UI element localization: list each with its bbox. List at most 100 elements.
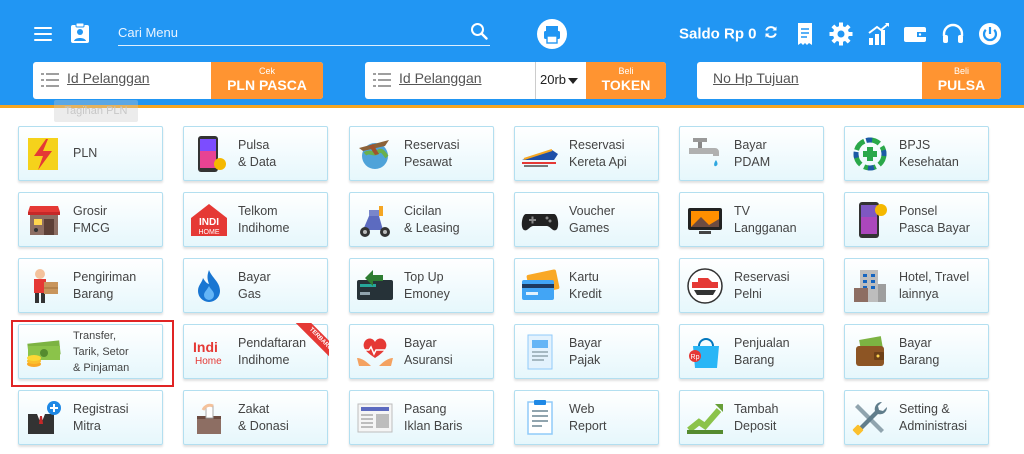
tax-receipt-icon [527, 334, 553, 370]
wallet-icon[interactable] [902, 21, 928, 47]
delivery-person-icon [34, 269, 58, 303]
menu-tile-bayar-pdam[interactable]: Bayar PDAM [679, 126, 824, 181]
menu-tile-registrasi-mitra[interactable]: Registrasi Mitra [18, 390, 163, 445]
menu-tile-pengiriman[interactable]: Pengiriman Barang [18, 258, 163, 313]
menu-tile-bayar-pajak[interactable]: Bayar Pajak [514, 324, 659, 379]
refresh-icon[interactable] [764, 25, 778, 43]
search-icon[interactable] [470, 22, 488, 45]
gas-flame-icon [198, 270, 220, 302]
menu-tile-zakat-donasi[interactable]: Zakat & Donasi [183, 390, 328, 445]
menu-tile-tv-langganan[interactable]: TV Langganan [679, 192, 824, 247]
beli-pulsa-button[interactable]: Beli PULSA [922, 62, 1001, 99]
tile-label: Registrasi Mitra [73, 401, 129, 433]
headset-icon[interactable] [940, 21, 966, 47]
bpjs-logo-icon [853, 137, 887, 171]
tile-label: Hotel, Travel lainnya [899, 269, 970, 301]
new-ribbon: TERBARU [285, 323, 329, 367]
tile-label: Tambah Deposit [734, 401, 779, 433]
button-label: PLN PASCA [227, 77, 307, 93]
svg-text:HOME: HOME [199, 229, 220, 236]
menu-tile-pulsa-data[interactable]: Pulsa & Data [183, 126, 328, 181]
tile-label: Bayar Asuransi [404, 335, 453, 367]
menu-tile-bayar-barang[interactable]: Bayar Barang [844, 324, 989, 379]
button-caption: Cek [258, 66, 275, 76]
menu-tile-grosir[interactable]: Grosir FMCG [18, 192, 163, 247]
menu-tile-pln[interactable]: PLN [18, 126, 163, 181]
menu-tile-reservasi-pelni[interactable]: Reservasi Pelni [679, 258, 824, 313]
power-icon[interactable] [977, 21, 1003, 47]
add-user-icon [28, 401, 61, 434]
menu-tile-cicilan-leasing[interactable]: Cicilan & Leasing [349, 192, 494, 247]
svg-text:Home: Home [195, 356, 222, 367]
tile-label: Top Up Emoney [404, 269, 450, 301]
svg-text:Rp: Rp [691, 354, 700, 361]
growth-money-icon [687, 404, 723, 434]
menu-tile-setting-administrasi[interactable]: Setting & Administrasi [844, 390, 989, 445]
tile-label: Reservasi Pelni [734, 269, 790, 301]
tile-label: Pasang Iklan Baris [404, 401, 463, 433]
menu-tile-hotel-travel[interactable]: Hotel, Travel lainnya [844, 258, 989, 313]
menu-tile-telkom-indihome[interactable]: INDI HOME Telkom Indihome [183, 192, 328, 247]
menu-icon[interactable] [34, 27, 52, 41]
print-icon[interactable] [537, 19, 567, 49]
tooltip: Tagihan PLN [54, 100, 138, 122]
menu-tile-ponsel-pasca[interactable]: Ponsel Pasca Bayar [844, 192, 989, 247]
menu-tile-kartu-kredit[interactable]: Kartu Kredit [514, 258, 659, 313]
menu-tile-iklan-baris[interactable]: Pasang Iklan Baris [349, 390, 494, 445]
pln-customer-id-input[interactable] [67, 70, 197, 86]
tile-label: Reservasi Kereta Api [569, 137, 627, 169]
hotel-icon [854, 270, 886, 302]
tile-label: Voucher Games [569, 203, 615, 235]
menu-tile-bpjs[interactable]: BPJS Kesehatan [844, 126, 989, 181]
clipboard-icon[interactable] [70, 22, 90, 49]
search-bar [118, 21, 490, 46]
gear-icon[interactable] [828, 21, 854, 47]
phone-number-input[interactable] [713, 70, 883, 86]
menu-tile-tambah-deposit[interactable]: Tambah Deposit [679, 390, 824, 445]
tile-label: Telkom Indihome [238, 203, 290, 235]
tile-label: Kartu Kredit [569, 269, 602, 301]
train-icon [522, 149, 558, 167]
heart-hands-icon [357, 338, 393, 366]
list-icon [373, 72, 391, 93]
top-bar: Saldo Rp 0 Cek PLN PASCA [0, 0, 1024, 108]
menu-tile-bayar-asuransi[interactable]: Bayar Asuransi [349, 324, 494, 379]
token-customer-id-input[interactable] [399, 70, 529, 86]
newspaper-icon [357, 403, 393, 433]
receipt-icon[interactable] [793, 21, 819, 47]
ribbon-label: TERBARU [294, 323, 329, 366]
tile-label: Grosir FMCG [73, 203, 110, 235]
cek-pln-pasca-button[interactable]: Cek PLN PASCA [211, 62, 323, 99]
pln-pasca-box: Cek PLN PASCA [33, 62, 323, 99]
menu-tile-bayar-gas[interactable]: Bayar Gas [183, 258, 328, 313]
nominal-select[interactable]: 20rb [535, 62, 586, 99]
menu-tile-penjualan-barang[interactable]: Rp Penjualan Barang [679, 324, 824, 379]
tile-label: Web Report [569, 401, 607, 433]
highlight-box [11, 320, 174, 387]
menu-tile-voucher-games[interactable]: Voucher Games [514, 192, 659, 247]
menu-tile-topup-emoney[interactable]: Top Up Emoney [349, 258, 494, 313]
menu-tile-reservasi-pesawat[interactable]: Reservasi Pesawat [349, 126, 494, 181]
tile-label: TV Langganan [734, 203, 797, 235]
token-box: 20rb Beli TOKEN [365, 62, 666, 99]
svg-text:INDI: INDI [199, 217, 219, 228]
tile-label: BPJS Kesehatan [899, 137, 959, 169]
indihome-logo-icon: IndiHome [193, 339, 222, 367]
tile-label: Ponsel Pasca Bayar [899, 203, 970, 235]
menu-tile-reservasi-kereta[interactable]: Reservasi Kereta Api [514, 126, 659, 181]
menu-tile-pendaftaran-indihome[interactable]: Indi Home Pendaftaran Indihome TERBARU [183, 323, 329, 379]
pulsa-box: Beli PULSA [697, 62, 1001, 99]
button-caption: Beli [953, 66, 969, 76]
saldo-label: Saldo Rp 0 [679, 25, 757, 43]
dropdown-arrow-icon [568, 78, 578, 84]
search-input[interactable] [118, 21, 458, 43]
chart-icon[interactable] [866, 21, 892, 47]
menu-tile-web-report[interactable]: Web Report [514, 390, 659, 445]
tile-label: Cicilan & Leasing [404, 203, 460, 235]
beli-token-button[interactable]: Beli TOKEN [586, 62, 666, 99]
indihome-house-icon: INDIHOME [191, 204, 227, 236]
tile-label: Setting & Administrasi [899, 401, 968, 433]
smartphone-icon [198, 136, 226, 172]
tile-label: Bayar Gas [238, 269, 271, 301]
button-label: PULSA [937, 77, 986, 93]
